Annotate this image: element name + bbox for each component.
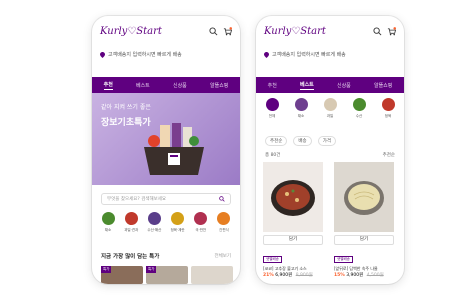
cart-icon[interactable] xyxy=(387,26,396,36)
subcategory-vegetables-icon xyxy=(294,98,308,111)
original-price: 4,500원 xyxy=(366,273,384,278)
deal-thumbnail[interactable]: 특가 xyxy=(146,266,188,284)
category-tabs: 추천 베스트 신상품 알뜰쇼핑 xyxy=(256,77,404,93)
cart-icon[interactable] xyxy=(223,26,232,36)
promo-banner[interactable]: 같아 지켜 쓰기 좋은 장보기초특가 xyxy=(92,93,240,185)
product-card[interactable]: 담기 샛별배송 [앞뒤로] 담백한 숙주 나물 15% 3,900원 4,500… xyxy=(334,162,394,278)
banner-subtitle: 같아 지켜 쓰기 좋은 xyxy=(101,104,151,111)
tab-bargain[interactable]: 알뜰쇼핑 xyxy=(374,82,392,89)
category-seafood[interactable]: 수산·해산 xyxy=(144,212,164,238)
subcategory-meat[interactable]: 정육 xyxy=(378,98,398,124)
location-pin-icon xyxy=(100,51,105,58)
delivery-address-bar[interactable]: 고객배송지 입력하시면 빠르게 배송 xyxy=(100,50,232,59)
filter-chip[interactable]: 배송 xyxy=(293,136,312,146)
subcategory-shortcuts: 전체 채소 과일 수산 정육 xyxy=(262,98,398,124)
category-convenience[interactable]: 간편식 xyxy=(214,212,234,238)
product-price: 15% 3,900원 4,500원 xyxy=(334,272,394,278)
tab-best[interactable]: 베스트 xyxy=(136,82,150,89)
original-price: 8,900원 xyxy=(295,273,313,278)
subcategory-vegetables[interactable]: 채소 xyxy=(291,98,311,124)
filter-chip[interactable]: 추천순 xyxy=(265,136,288,146)
product-name: [코코] 고추장 불고기 소스 xyxy=(263,266,307,271)
subcategory-meat-icon xyxy=(381,98,395,111)
app-logo: Kurly♡Start xyxy=(100,25,162,37)
search-icon xyxy=(219,196,225,202)
tab-new[interactable]: 신상품 xyxy=(173,82,187,89)
tab-bargain[interactable]: 알뜰쇼핑 xyxy=(210,82,228,89)
category-vegetables[interactable]: 채소 xyxy=(98,212,118,238)
filter-chip[interactable]: 가격 xyxy=(317,136,336,146)
search-placeholder: 무엇을 찾으세요? 검색해보세요 xyxy=(107,197,167,202)
sort-dropdown[interactable]: 추천순 xyxy=(383,152,395,158)
delivery-address-bar[interactable]: 고객배송지 입력하시면 빠르게 배송 xyxy=(264,50,396,59)
add-to-cart-button[interactable]: 담기 xyxy=(263,235,323,245)
app-header: Kurly♡Start xyxy=(256,16,404,46)
subcategory-fruit-icon xyxy=(323,98,337,111)
category-fruit[interactable]: 과일·견과 xyxy=(121,212,141,238)
delivery-badge: 샛별배송 xyxy=(263,256,282,263)
discount-rate: 15% xyxy=(334,273,345,278)
section-title: 지금 가장 많이 담는 특가 xyxy=(101,254,160,260)
sale-price: 6,900원 xyxy=(275,273,293,278)
product-image xyxy=(334,162,394,232)
tab-recommend[interactable]: 추천 xyxy=(103,81,113,90)
app-header: Kurly♡Start xyxy=(92,16,240,46)
search-icon[interactable] xyxy=(209,26,218,36)
category-vegetables-icon xyxy=(101,212,115,225)
subcategory-seafood[interactable]: 수산 xyxy=(349,98,369,124)
grocery-basket-illustration xyxy=(144,123,204,175)
subcategory-seafood-icon xyxy=(352,98,366,111)
subcategory-all-icon xyxy=(265,98,279,111)
location-pin-icon xyxy=(264,51,269,58)
category-meat[interactable]: 정육·계란 xyxy=(168,212,188,238)
result-count-row: 총 80건 추천순 xyxy=(265,152,395,158)
discount-rate: 21% xyxy=(263,273,274,278)
section-more-link[interactable]: 전체보기 xyxy=(214,253,231,259)
category-side-dish[interactable]: 국·반찬 xyxy=(191,212,211,238)
noodle-bowl-image xyxy=(334,162,394,232)
category-meat-icon xyxy=(171,212,185,225)
deal-tag: 특가 xyxy=(146,266,157,273)
search-icon[interactable] xyxy=(373,26,382,36)
category-side-dish-icon xyxy=(194,212,208,225)
delivery-address-text: 고객배송지 입력하시면 빠르게 배송 xyxy=(272,52,346,58)
category-convenience-icon xyxy=(217,212,231,225)
phone-mockup-best: Kurly♡Start 고객배송지 입력하시면 빠르게 배송 추천 베스트 신상… xyxy=(256,16,404,284)
product-price: 21% 6,900원 8,900원 xyxy=(263,272,323,278)
category-shortcuts: 채소 과일·견과 수산·해산 정육·계란 국·반찬 간편식 xyxy=(98,212,234,238)
category-seafood-icon xyxy=(147,212,161,225)
add-to-cart-button[interactable]: 담기 xyxy=(334,235,394,245)
delivery-address-text: 고객배송지 입력하시면 빠르게 배송 xyxy=(108,52,182,58)
stir-fry-pan-image xyxy=(263,162,323,232)
category-tabs: 추천 베스트 신상품 알뜰쇼핑 xyxy=(92,77,240,93)
tab-recommend[interactable]: 추천 xyxy=(268,82,277,89)
result-count: 총 80건 xyxy=(265,153,281,158)
deal-thumbnail[interactable] xyxy=(191,266,233,284)
deal-tag: 특가 xyxy=(101,266,112,273)
product-name: [앞뒤로] 담백한 숙주 나물 xyxy=(334,266,378,271)
search-input[interactable]: 무엇을 찾으세요? 검색해보세요 xyxy=(101,193,231,205)
subcategory-all[interactable]: 전체 xyxy=(262,98,282,124)
phone-mockup-home: Kurly♡Start 고객배송지 입력하시면 빠르게 배송 추천 베스트 신상… xyxy=(92,16,240,284)
deal-thumbnails: 특가 특가 xyxy=(101,266,233,284)
filter-bar: 추천순 배송 가격 xyxy=(265,136,395,146)
delivery-badge: 샛별배송 xyxy=(334,256,353,263)
tab-best[interactable]: 베스트 xyxy=(299,81,314,90)
subcategory-fruit[interactable]: 과일 xyxy=(320,98,340,124)
category-fruit-icon xyxy=(124,212,138,225)
app-logo: Kurly♡Start xyxy=(264,25,326,37)
product-image xyxy=(263,162,323,232)
tab-new[interactable]: 신상품 xyxy=(337,82,351,89)
sale-price: 3,900원 xyxy=(346,273,364,278)
deal-thumbnail[interactable]: 특가 xyxy=(101,266,143,284)
product-card[interactable]: 담기 샛별배송 [코코] 고추장 불고기 소스 21% 6,900원 8,900… xyxy=(263,162,323,278)
